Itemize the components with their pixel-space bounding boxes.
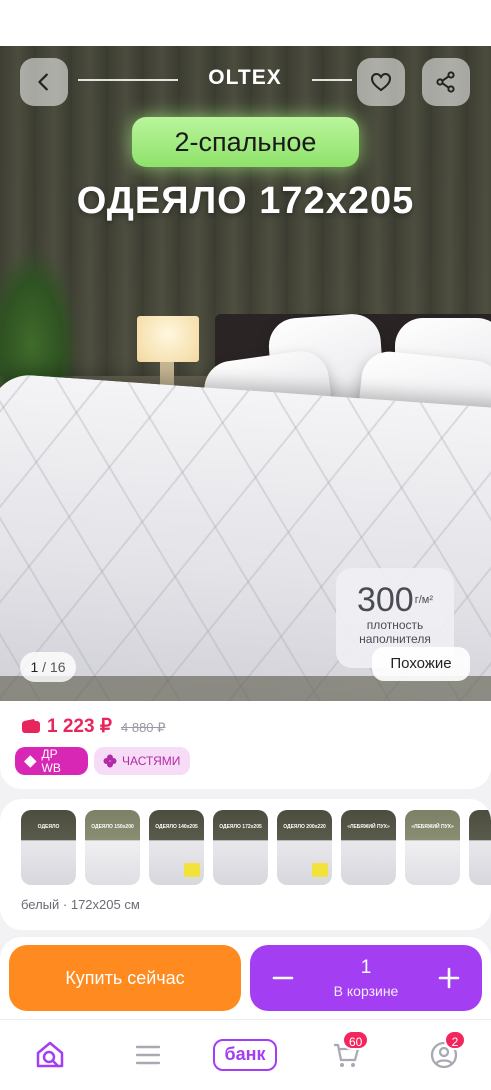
density-value: 300 bbox=[356, 581, 414, 619]
counter-current: 1 bbox=[30, 659, 39, 675]
buy-now-button[interactable]: Купить сейчас bbox=[9, 945, 241, 1011]
similar-button[interactable]: Похожие bbox=[372, 647, 470, 681]
nav-bank[interactable]: банк bbox=[213, 1038, 277, 1072]
chevron-left-icon bbox=[38, 73, 48, 91]
nav-cart[interactable]: 60 bbox=[326, 1030, 370, 1072]
bank-label: банк bbox=[213, 1039, 277, 1071]
cart-badge: 60 bbox=[342, 1030, 370, 1050]
plus-icon[interactable] bbox=[432, 961, 466, 995]
share-button[interactable] bbox=[422, 58, 470, 106]
variant-thumbnail[interactable]: ОДЕЯЛО bbox=[21, 810, 76, 885]
density-unit: г/м² bbox=[414, 594, 434, 606]
wallet-icon bbox=[22, 719, 40, 733]
profile-badge: 2 bbox=[444, 1030, 466, 1050]
wb-tag-label: ДР WB bbox=[41, 747, 61, 775]
brand-divider-left bbox=[78, 79, 178, 81]
nav-profile[interactable]: 2 bbox=[424, 1030, 466, 1072]
variant-thumbnail-selected[interactable]: ОДЕЯЛО 172x205 bbox=[213, 810, 268, 885]
back-button[interactable] bbox=[20, 58, 68, 106]
counter-total: / 16 bbox=[42, 659, 66, 675]
menu-icon bbox=[135, 1045, 161, 1065]
lamp-shade bbox=[137, 316, 199, 362]
favorite-button[interactable] bbox=[357, 58, 405, 106]
density-caption-2: наполнителя bbox=[359, 632, 431, 646]
brand-divider-right bbox=[312, 79, 352, 81]
variant-thumbnail[interactable]: «ЛЕБЯЖИЙ ПУХ» bbox=[341, 810, 396, 885]
purchase-bar: Купить сейчас 1 В корзине bbox=[0, 937, 491, 1019]
current-price: 1 223 ₽ bbox=[47, 716, 112, 737]
tag-icon bbox=[24, 754, 37, 768]
brand-logo: OLTEX bbox=[208, 66, 282, 89]
cart-quantity-control: 1 В корзине bbox=[250, 945, 482, 1011]
installments-tag[interactable]: ЧАСТЯМИ bbox=[94, 747, 190, 775]
selected-variant-label: белый · 172x205 см bbox=[21, 897, 140, 912]
clover-icon bbox=[103, 754, 117, 768]
product-page: OLTEX 2-спальное ОДЕЯЛО 172x205 300г/м² … bbox=[0, 0, 491, 1090]
variant-thumbnail[interactable]: «ЛЕБЯЖИЙ ПУХ» bbox=[405, 810, 460, 885]
variant-thumbnail[interactable]: ОДЕЯЛО 150x200 bbox=[85, 810, 140, 885]
variant-thumbnail[interactable] bbox=[469, 810, 491, 885]
variant-thumbnail[interactable]: ОДЕЯЛО 140x205 bbox=[149, 810, 204, 885]
nav-catalog[interactable] bbox=[128, 1038, 168, 1072]
old-price: 4 880 ₽ bbox=[121, 720, 166, 735]
hero-title: ОДЕЯЛО 172x205 bbox=[76, 180, 415, 222]
variants-card: ОДЕЯЛО ОДЕЯЛО 150x200 ОДЕЯЛО 140x205 ОДЕ… bbox=[0, 799, 491, 930]
density-caption: плотность bbox=[366, 618, 424, 632]
installments-tag-label: ЧАСТЯМИ bbox=[122, 754, 181, 768]
wb-birthday-tag[interactable]: ДР WB bbox=[15, 747, 88, 775]
bottom-navigation: банк 60 2 bbox=[0, 1019, 491, 1090]
size-badge: 2-спальное bbox=[132, 117, 359, 167]
status-bar bbox=[0, 0, 491, 46]
search-home-icon bbox=[36, 1041, 64, 1068]
heart-icon bbox=[370, 72, 392, 92]
share-icon bbox=[436, 71, 455, 93]
price-card: 1 223 ₽ 4 880 ₽ ДР WB ЧАСТЯМИ bbox=[0, 701, 491, 789]
nav-home-search[interactable] bbox=[30, 1038, 70, 1072]
image-counter: 1 / 16 bbox=[20, 652, 76, 682]
variant-thumbnail[interactable]: ОДЕЯЛО 200x220 bbox=[277, 810, 332, 885]
